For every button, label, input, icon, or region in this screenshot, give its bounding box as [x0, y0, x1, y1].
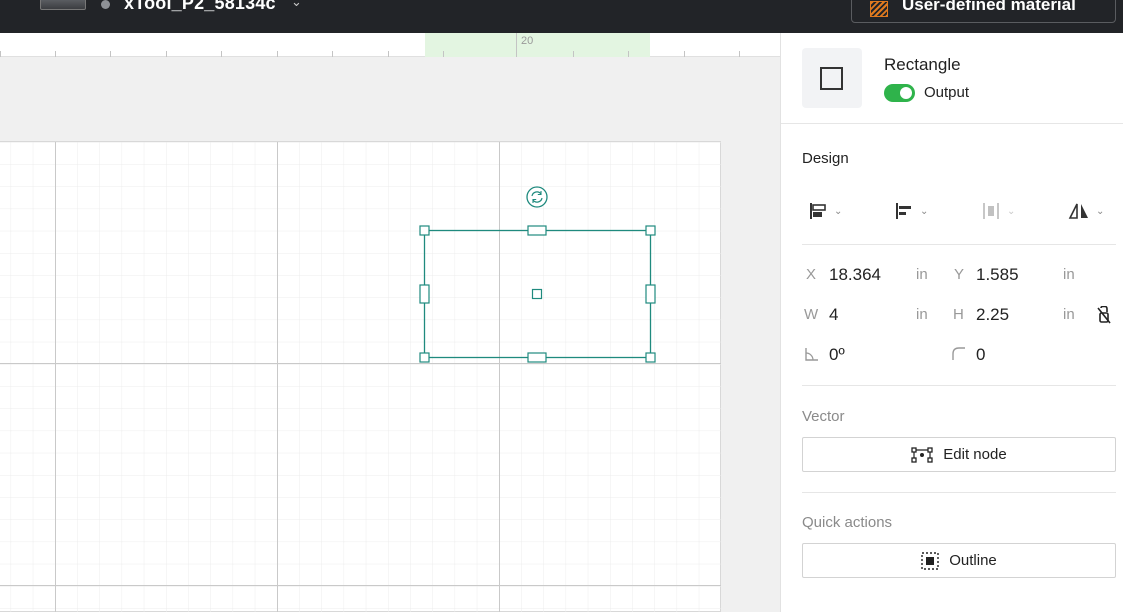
resize-handle-bottom: [527, 352, 547, 363]
quick-actions-section-title: Quick actions: [802, 514, 893, 531]
chevron-down-icon: ⌄: [920, 205, 929, 217]
device-status-dot: [101, 0, 110, 9]
vector-section-title: Vector: [802, 408, 845, 425]
h-unit: in: [1063, 306, 1075, 323]
align-objects-dropdown[interactable]: ⌄: [808, 199, 842, 223]
rotation-input[interactable]: 0º: [829, 345, 845, 365]
h-label: H: [953, 306, 964, 323]
toggle-knob: [900, 87, 912, 99]
corner-radius-input[interactable]: 0: [976, 345, 985, 365]
rotation-angle-icon: [805, 348, 818, 361]
chevron-down-icon: ⌄: [1007, 205, 1016, 217]
divider: [802, 385, 1116, 386]
resize-handle-bottom-left: [419, 352, 430, 363]
y-label: Y: [954, 266, 965, 283]
divider: [802, 492, 1116, 493]
divider: [781, 123, 1123, 124]
edit-node-label: Edit node: [943, 446, 1007, 463]
x-unit: in: [916, 266, 928, 283]
w-unit: in: [916, 306, 928, 323]
resize-handle-top-left: [419, 225, 430, 236]
material-button[interactable]: User-defined material: [851, 0, 1116, 23]
resize-handle-top-right: [645, 225, 656, 236]
outline-label: Outline: [949, 552, 997, 569]
material-icon: [870, 1, 888, 17]
selection-overlay: [419, 186, 656, 363]
resize-handle-top: [527, 225, 547, 236]
edit-node-button[interactable]: Edit node: [802, 437, 1116, 472]
resize-handle-right: [645, 284, 656, 304]
rotate-handle-icon: [526, 186, 548, 208]
outline-button[interactable]: Outline: [802, 543, 1116, 578]
flip-dropdown[interactable]: ⌄: [1068, 199, 1104, 223]
resize-handle-bottom-right: [645, 352, 656, 363]
canvas-area[interactable]: 20: [0, 33, 780, 612]
design-section-title: Design: [802, 150, 849, 167]
chevron-down-icon: ⌄: [1096, 205, 1105, 217]
divider: [802, 244, 1116, 245]
h-input[interactable]: 2.25: [976, 305, 1009, 325]
shape-thumbnail: [802, 48, 862, 108]
x-label: X: [806, 266, 817, 283]
w-input[interactable]: 4: [829, 305, 838, 325]
align-left-dropdown[interactable]: ⌄: [894, 199, 928, 223]
resize-handle-left: [419, 284, 430, 304]
output-label: Output: [924, 84, 970, 101]
chevron-down-icon[interactable]: ⌄: [291, 0, 302, 10]
rectangle-icon: [820, 67, 843, 90]
material-label: User-defined material: [902, 0, 1076, 14]
flip-icon: [1068, 203, 1088, 219]
align-left-icon: [896, 203, 911, 219]
distribute-icon: [983, 203, 999, 219]
shape-type-title: Rectangle: [884, 55, 961, 74]
chevron-down-icon: ⌄: [834, 205, 843, 217]
distribute-dropdown[interactable]: ⌄: [981, 199, 1015, 223]
device-name[interactable]: xTool_P2_58134c: [124, 0, 276, 14]
y-unit: in: [1063, 266, 1075, 283]
align-objects-icon: [810, 203, 826, 219]
top-bar: xTool_P2_58134c ⌄ User-defined material: [0, 0, 1123, 33]
y-input[interactable]: 1.585: [976, 265, 1019, 285]
edit-node-icon: [911, 446, 933, 463]
corner-radius-icon: [952, 347, 965, 360]
aspect-unlock-icon[interactable]: [1097, 306, 1111, 324]
x-input[interactable]: 18.364: [829, 265, 881, 285]
center-handle: [531, 288, 543, 300]
outline-icon: [921, 551, 939, 570]
output-toggle[interactable]: [884, 84, 915, 102]
w-label: W: [804, 306, 819, 323]
device-thumbnail-icon[interactable]: [40, 0, 86, 10]
properties-panel: Rectangle Output Design ⌄ ⌄ ⌄ ⌄ X 18.364…: [780, 33, 1123, 612]
